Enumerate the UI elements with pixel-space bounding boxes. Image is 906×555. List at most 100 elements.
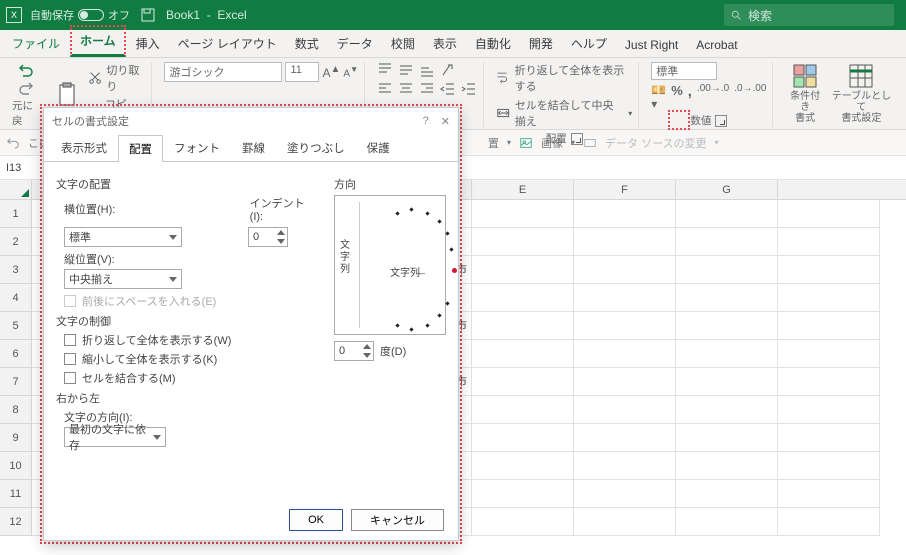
cell[interactable] (574, 452, 676, 480)
tab-data[interactable]: データ (329, 30, 381, 57)
cell[interactable] (472, 396, 574, 424)
cell[interactable] (778, 340, 880, 368)
row-header[interactable]: 4 (0, 284, 32, 312)
align-middle-icon[interactable] (398, 62, 414, 78)
cell[interactable] (676, 228, 778, 256)
cell[interactable] (778, 508, 880, 536)
cell[interactable] (676, 200, 778, 228)
row-header[interactable]: 6 (0, 340, 32, 368)
cell[interactable] (472, 284, 574, 312)
cell[interactable] (472, 424, 574, 452)
font-name-select[interactable]: 游ゴシック (164, 62, 282, 82)
cell[interactable] (574, 228, 676, 256)
col-header-g[interactable]: G (676, 180, 778, 199)
conditional-formatting-button[interactable]: 条件付き 書式 (785, 62, 824, 124)
format-as-table-button[interactable]: テーブルとして 書式設定 (829, 62, 894, 124)
cell[interactable] (778, 480, 880, 508)
percent-icon[interactable]: % (671, 83, 683, 111)
tab-review[interactable]: 校閲 (383, 30, 423, 57)
dialog-titlebar[interactable]: セルの書式設定 ? ✕ (44, 108, 458, 134)
indent-spinner[interactable]: 0 (248, 227, 288, 247)
align-top-icon[interactable] (377, 62, 393, 78)
orientation-control[interactable]: 文字列 文字列 ― (334, 195, 446, 335)
text-direction-select[interactable]: 最初の文字に依存 (64, 427, 166, 447)
vertical-select[interactable]: 中央揃え (64, 269, 182, 289)
col-header-f[interactable]: F (574, 180, 676, 199)
cell[interactable] (676, 396, 778, 424)
row-header[interactable]: 11 (0, 480, 32, 508)
cell[interactable] (778, 256, 880, 284)
tab-justright[interactable]: Just Right (617, 33, 686, 57)
row-header[interactable]: 12 (0, 508, 32, 536)
cell[interactable] (472, 452, 574, 480)
dlg-tab-border[interactable]: 罫線 (231, 134, 276, 161)
alignment-dialog-launcher[interactable] (571, 133, 583, 145)
col-header-e[interactable]: E (472, 180, 574, 199)
align-right-icon[interactable] (419, 81, 435, 97)
cell[interactable] (676, 312, 778, 340)
tab-insert[interactable]: 挿入 (128, 30, 168, 57)
cut-button[interactable]: 切り取り (88, 62, 145, 94)
decrease-decimal-icon[interactable]: .0→.00 (734, 83, 766, 111)
tab-acrobat[interactable]: Acrobat (688, 33, 745, 57)
tab-file[interactable]: ファイル (4, 30, 68, 57)
align-bottom-icon[interactable] (419, 62, 435, 78)
decrease-indent-icon[interactable] (440, 81, 456, 97)
cell[interactable] (472, 312, 574, 340)
cell[interactable] (778, 368, 880, 396)
cell[interactable] (676, 256, 778, 284)
cell[interactable] (778, 228, 880, 256)
number-dialog-launcher[interactable] (715, 115, 727, 127)
cell[interactable] (778, 284, 880, 312)
cell[interactable] (472, 480, 574, 508)
cell[interactable] (778, 424, 880, 452)
shrink-fit-checkbox[interactable] (64, 353, 76, 365)
row-header[interactable]: 3 (0, 256, 32, 284)
cell[interactable] (676, 424, 778, 452)
orientation-vertical-text[interactable]: 文字列 (339, 240, 351, 276)
cell[interactable] (574, 284, 676, 312)
row-header[interactable]: 10 (0, 452, 32, 480)
cell[interactable] (472, 256, 574, 284)
wrap-text-checkbox[interactable] (64, 334, 76, 346)
increase-decimal-icon[interactable]: .00→.0 (697, 83, 729, 111)
search-input[interactable]: 検索 (724, 4, 894, 26)
cell[interactable] (778, 200, 880, 228)
row-header[interactable]: 5 (0, 312, 32, 340)
tab-developer[interactable]: 開発 (521, 30, 561, 57)
cell[interactable] (472, 508, 574, 536)
decrease-font-icon[interactable]: A▼ (343, 64, 358, 79)
cell[interactable] (574, 200, 676, 228)
tab-automate[interactable]: 自動化 (467, 30, 519, 57)
comma-icon[interactable]: , (688, 83, 692, 111)
cell[interactable] (472, 368, 574, 396)
cell[interactable] (676, 284, 778, 312)
cell[interactable] (676, 508, 778, 536)
increase-font-icon[interactable]: A▲ (322, 64, 340, 80)
cell[interactable] (574, 312, 676, 340)
cell[interactable] (778, 396, 880, 424)
tab-formulas[interactable]: 数式 (287, 30, 327, 57)
tab-view[interactable]: 表示 (425, 30, 465, 57)
row-header[interactable]: 9 (0, 424, 32, 452)
undo-small-icon[interactable] (6, 136, 20, 150)
merge-center-button[interactable]: セルを結合して中央揃え ▾ (496, 97, 632, 129)
cell[interactable] (472, 200, 574, 228)
row-header[interactable]: 7 (0, 368, 32, 396)
tab-page-layout[interactable]: ページ レイアウト (170, 30, 285, 57)
align-dropdown-fragment[interactable]: 置 (488, 135, 499, 151)
help-icon[interactable]: ? (423, 115, 429, 128)
cell[interactable] (574, 508, 676, 536)
align-left-icon[interactable] (377, 81, 393, 97)
cell[interactable] (778, 312, 880, 340)
dlg-tab-alignment[interactable]: 配置 (118, 135, 163, 162)
dlg-tab-number[interactable]: 表示形式 (50, 134, 118, 161)
dlg-tab-font[interactable]: フォント (163, 134, 231, 161)
cell[interactable] (676, 340, 778, 368)
tab-help[interactable]: ヘルプ (563, 30, 615, 57)
undo-icon[interactable] (18, 62, 34, 78)
increase-indent-icon[interactable] (461, 81, 477, 97)
align-center-icon[interactable] (398, 81, 414, 97)
currency-icon[interactable]: 💴▾ (651, 83, 666, 111)
tab-home[interactable]: ホーム (70, 25, 126, 57)
